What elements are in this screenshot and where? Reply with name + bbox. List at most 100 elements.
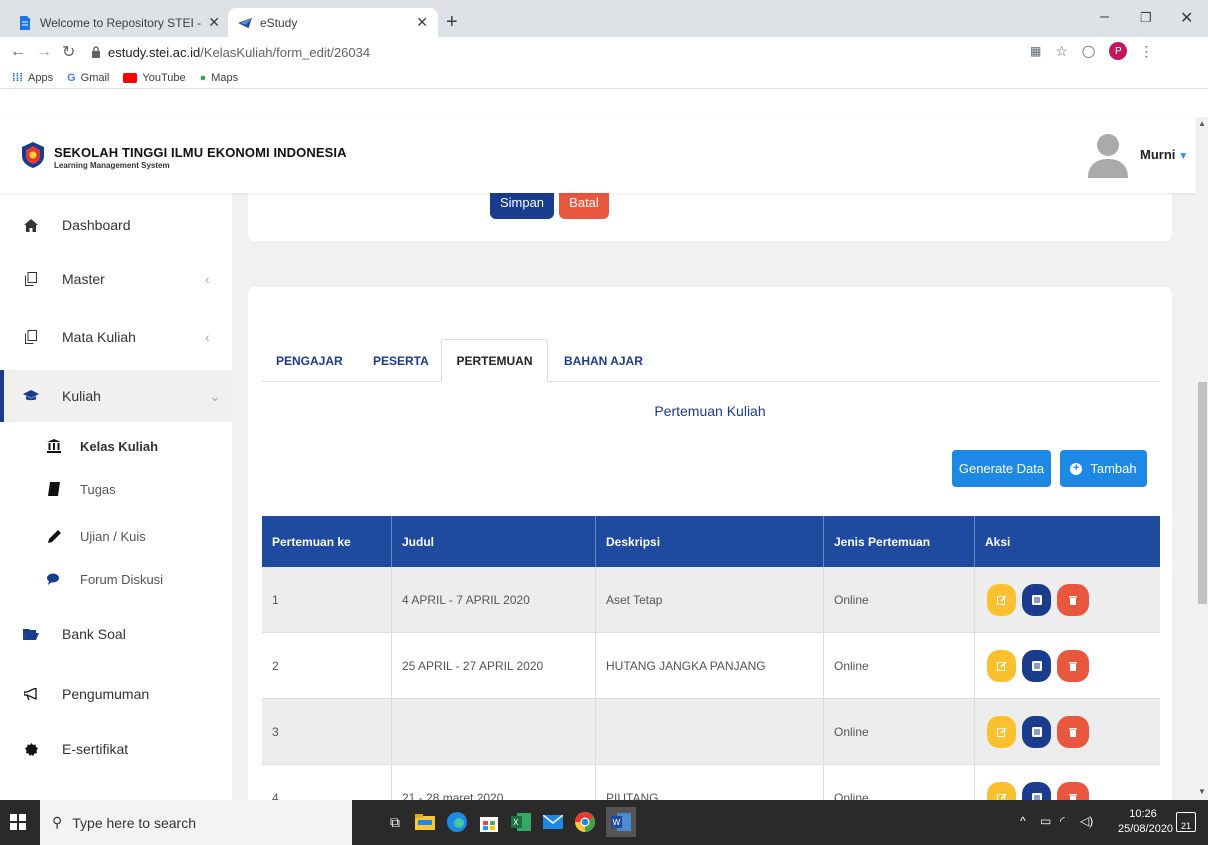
delete-button[interactable] bbox=[1057, 716, 1089, 748]
file-explorer-icon[interactable] bbox=[414, 811, 436, 833]
table-row: 1 4 APRIL - 7 APRIL 2020 Aset Tetap Onli… bbox=[262, 567, 1160, 633]
battery-icon[interactable]: ▭ bbox=[1040, 814, 1051, 828]
forward-arrow-icon[interactable]: → bbox=[36, 43, 52, 61]
translate-icon[interactable]: ▦ bbox=[1030, 44, 1041, 58]
sidebar-subitem-tugas[interactable]: Tugas bbox=[0, 469, 232, 509]
edit-button[interactable] bbox=[987, 782, 1016, 800]
volume-icon[interactable]: ◁) bbox=[1080, 814, 1093, 828]
generate-data-button[interactable]: Generate Data bbox=[952, 450, 1051, 487]
sidebar-item-e-sertifikat[interactable]: E-sertifikat bbox=[0, 723, 232, 775]
table-row: 4 21 - 28 maret 2020 PIUTANG Online bbox=[262, 765, 1160, 800]
lock-icon bbox=[92, 46, 100, 58]
tab-peserta[interactable]: PESERTA bbox=[373, 339, 429, 382]
windows-start-icon[interactable] bbox=[10, 814, 26, 830]
sidebar-subitem-forum-diskusi[interactable]: Forum Diskusi bbox=[0, 559, 232, 599]
user-avatar[interactable] bbox=[1088, 132, 1128, 178]
sidebar-subitem-kelas-kuliah[interactable]: Kelas Kuliah bbox=[0, 426, 232, 466]
wifi-icon[interactable]: ◜ bbox=[1060, 814, 1065, 828]
save-button[interactable]: Simpan bbox=[490, 193, 554, 219]
store-icon[interactable] bbox=[478, 811, 500, 833]
close-tab-icon[interactable]: ✕ bbox=[416, 14, 428, 31]
detail-button[interactable] bbox=[1022, 650, 1051, 682]
edit-icon bbox=[996, 727, 1007, 737]
minimize-icon[interactable]: – bbox=[1100, 8, 1109, 26]
toolbar-icons: ▦ ☆ ◯ P ⋮ bbox=[1030, 42, 1153, 60]
back-arrow-icon[interactable]: ← bbox=[10, 43, 26, 61]
delete-button[interactable] bbox=[1057, 650, 1089, 682]
chevron-down-icon: ⌄ bbox=[209, 387, 221, 404]
menu-dots-icon[interactable]: ⋮ bbox=[1139, 43, 1153, 60]
detail-button[interactable] bbox=[1022, 782, 1051, 800]
page-scrollbar[interactable]: ▲ ▼ bbox=[1196, 117, 1208, 800]
browser-toolbar: ← → ↻ estudy.stei.ac.id/KelasKuliah/form… bbox=[0, 37, 1208, 89]
edit-button[interactable] bbox=[987, 716, 1016, 748]
bookmark-apps[interactable]: ⁞⁞⁞ Apps bbox=[12, 72, 53, 84]
bookmark-youtube[interactable]: YouTube bbox=[123, 72, 186, 84]
sidebar-item-bank-soal[interactable]: Bank Soal bbox=[0, 609, 232, 659]
book-icon bbox=[46, 482, 62, 496]
home-icon bbox=[22, 218, 40, 232]
list-icon bbox=[1031, 661, 1042, 671]
sidebar-item-kuliah[interactable]: Kuliah ⌄ bbox=[0, 370, 232, 422]
form-card: Simpan Batal bbox=[248, 193, 1172, 241]
edit-button[interactable] bbox=[987, 584, 1016, 616]
notifications-icon[interactable]: 21 bbox=[1176, 812, 1196, 832]
chevron-up-icon[interactable]: ^ bbox=[1020, 814, 1026, 828]
reload-icon[interactable]: ↻ bbox=[62, 42, 75, 62]
star-icon[interactable]: ☆ bbox=[1055, 43, 1068, 60]
chevron-left-icon: ‹ bbox=[205, 329, 210, 345]
institution-subtitle: Learning Management System bbox=[54, 161, 170, 170]
trash-icon bbox=[1069, 794, 1077, 800]
browser-tab-repository[interactable]: Welcome to Repository STEI - Re ✕ bbox=[8, 8, 230, 37]
excel-icon[interactable]: X bbox=[510, 811, 532, 833]
taskbar-search-box[interactable]: ⚲ Type here to search bbox=[40, 800, 352, 845]
edit-icon bbox=[996, 661, 1007, 671]
edge-browser-icon[interactable] bbox=[446, 811, 468, 833]
tab-pengajar[interactable]: PENGAJAR bbox=[276, 339, 343, 382]
certificate-icon bbox=[22, 742, 40, 756]
mail-icon[interactable] bbox=[542, 811, 564, 833]
add-button[interactable]: + Tambah bbox=[1060, 450, 1147, 487]
document-icon bbox=[18, 15, 32, 30]
app-header: SEKOLAH TINGGI ILMU EKONOMI INDONESIA Le… bbox=[0, 117, 1196, 193]
list-icon bbox=[1031, 727, 1042, 737]
detail-button[interactable] bbox=[1022, 716, 1051, 748]
extension-icon[interactable]: ◯ bbox=[1082, 44, 1095, 58]
bookmark-gmail[interactable]: G Gmail bbox=[67, 72, 109, 84]
tab-pertemuan[interactable]: PERTEMUAN bbox=[441, 339, 548, 382]
edit-button[interactable] bbox=[987, 650, 1016, 682]
address-bar[interactable]: estudy.stei.ac.id/KelasKuliah/form_edit/… bbox=[90, 40, 1015, 64]
system-clock[interactable]: 10:26 25/08/2020 bbox=[1118, 807, 1173, 837]
estudy-logo-icon bbox=[238, 16, 252, 30]
new-tab-icon[interactable]: + bbox=[446, 12, 458, 32]
sidebar-item-dashboard[interactable]: Dashboard bbox=[0, 199, 232, 251]
close-tab-icon[interactable]: ✕ bbox=[208, 14, 220, 31]
sidebar-item-mata-kuliah[interactable]: Mata Kuliah ‹ bbox=[0, 311, 232, 363]
institution-icon bbox=[46, 439, 62, 453]
close-window-icon[interactable]: ✕ bbox=[1180, 8, 1193, 28]
chrome-icon[interactable] bbox=[574, 811, 596, 833]
word-icon[interactable]: W bbox=[606, 807, 636, 837]
browser-tab-estudy[interactable]: eStudy ✕ bbox=[228, 8, 438, 37]
sidebar-item-pengumuman[interactable]: Pengumuman bbox=[0, 668, 232, 720]
scrollbar-thumb[interactable] bbox=[1198, 382, 1207, 604]
profile-avatar[interactable]: P bbox=[1109, 42, 1128, 60]
delete-button[interactable] bbox=[1057, 782, 1089, 800]
tab-nav: PENGAJAR PESERTA PERTEMUAN BAHAN AJAR bbox=[262, 339, 1160, 382]
scroll-up-icon[interactable]: ▲ bbox=[1198, 119, 1206, 128]
sidebar-subitem-ujian-kuis[interactable]: Ujian / Kuis bbox=[0, 516, 232, 556]
tab-bahan-ajar[interactable]: BAHAN AJAR bbox=[564, 339, 643, 382]
bookmark-maps[interactable]: ● Maps bbox=[200, 72, 239, 84]
table-row: 3 Online bbox=[262, 699, 1160, 765]
restore-icon[interactable]: ❐ bbox=[1140, 10, 1152, 26]
task-view-icon[interactable]: ⧉ bbox=[384, 811, 406, 833]
delete-button[interactable] bbox=[1057, 584, 1089, 616]
scroll-down-icon[interactable]: ▼ bbox=[1198, 787, 1206, 796]
meeting-card: PENGAJAR PESERTA PERTEMUAN BAHAN AJAR Pe… bbox=[248, 287, 1172, 800]
cancel-button[interactable]: Batal bbox=[559, 193, 609, 219]
sidebar-item-master[interactable]: Master ‹ bbox=[0, 253, 232, 305]
svg-text:X: X bbox=[513, 818, 519, 827]
detail-button[interactable] bbox=[1022, 584, 1051, 616]
col-pertemuan-ke: Pertemuan ke bbox=[262, 516, 392, 567]
user-menu[interactable]: Murni ▼ bbox=[1140, 147, 1188, 162]
